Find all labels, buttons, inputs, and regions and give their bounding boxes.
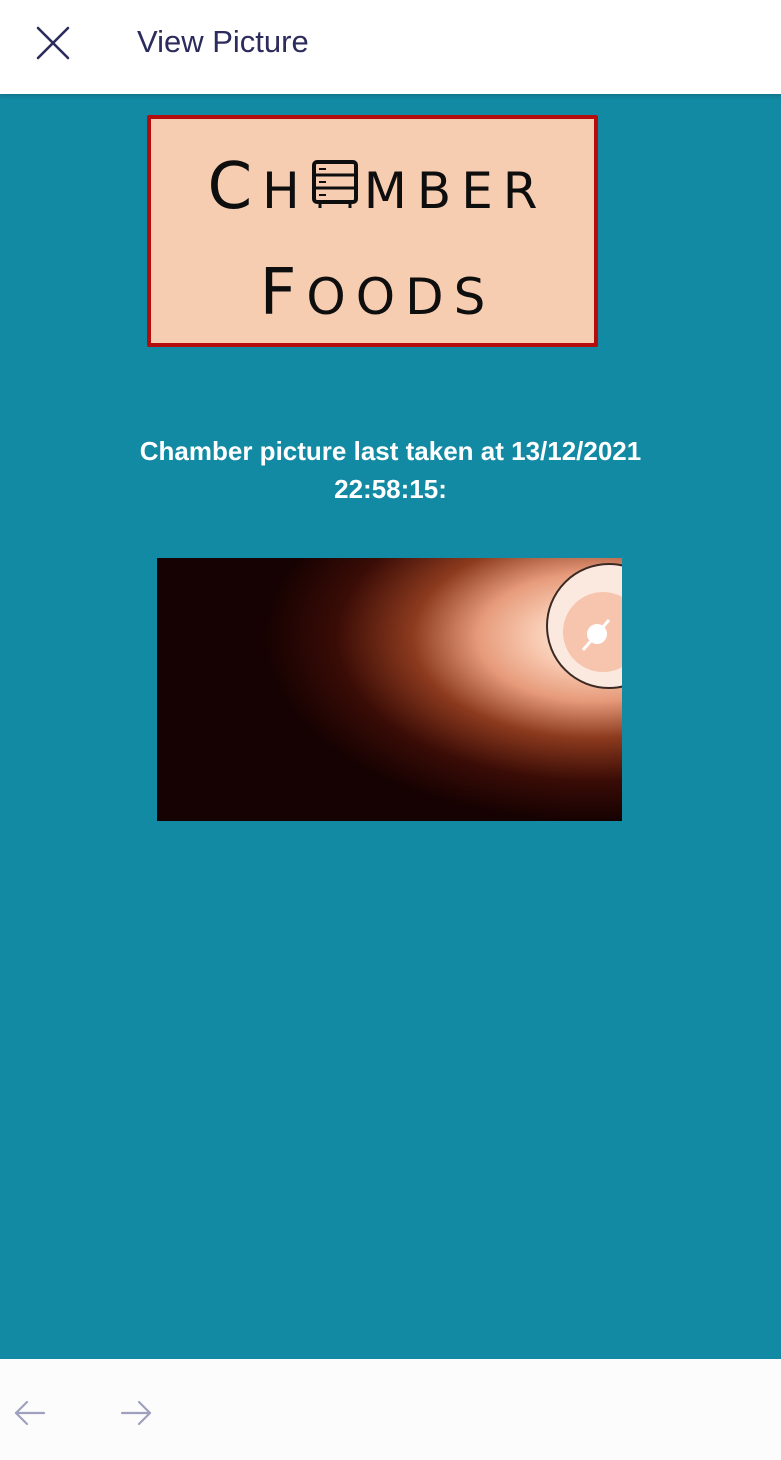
back-button[interactable] xyxy=(6,1389,54,1437)
light-bulb-image xyxy=(157,558,625,821)
caption-line-1: Chamber picture last taken at 13/12/2021 xyxy=(139,436,642,466)
top-app-bar: View Picture xyxy=(0,0,781,94)
chamber-photo xyxy=(157,558,625,821)
bottom-nav-bar xyxy=(0,1359,781,1460)
forward-button[interactable] xyxy=(112,1389,160,1437)
logo-line-1: CH MBER xyxy=(207,150,548,224)
close-icon xyxy=(36,26,70,60)
chamber-foods-logo: CH MBER FOODS xyxy=(147,115,598,347)
arrow-right-icon xyxy=(120,1400,152,1426)
caption-line-2: 22:58:15: xyxy=(334,474,447,504)
chamber-icon xyxy=(311,160,358,208)
page-title: View Picture xyxy=(137,24,309,59)
main-content: CH MBER FOODS Chamber picture last taken… xyxy=(0,94,781,1359)
logo-line-2: FOODS xyxy=(259,256,496,330)
picture-timestamp-caption: Chamber picture last taken at 13/12/2021… xyxy=(0,432,781,508)
arrow-left-icon xyxy=(14,1400,46,1426)
close-button[interactable] xyxy=(26,16,80,70)
